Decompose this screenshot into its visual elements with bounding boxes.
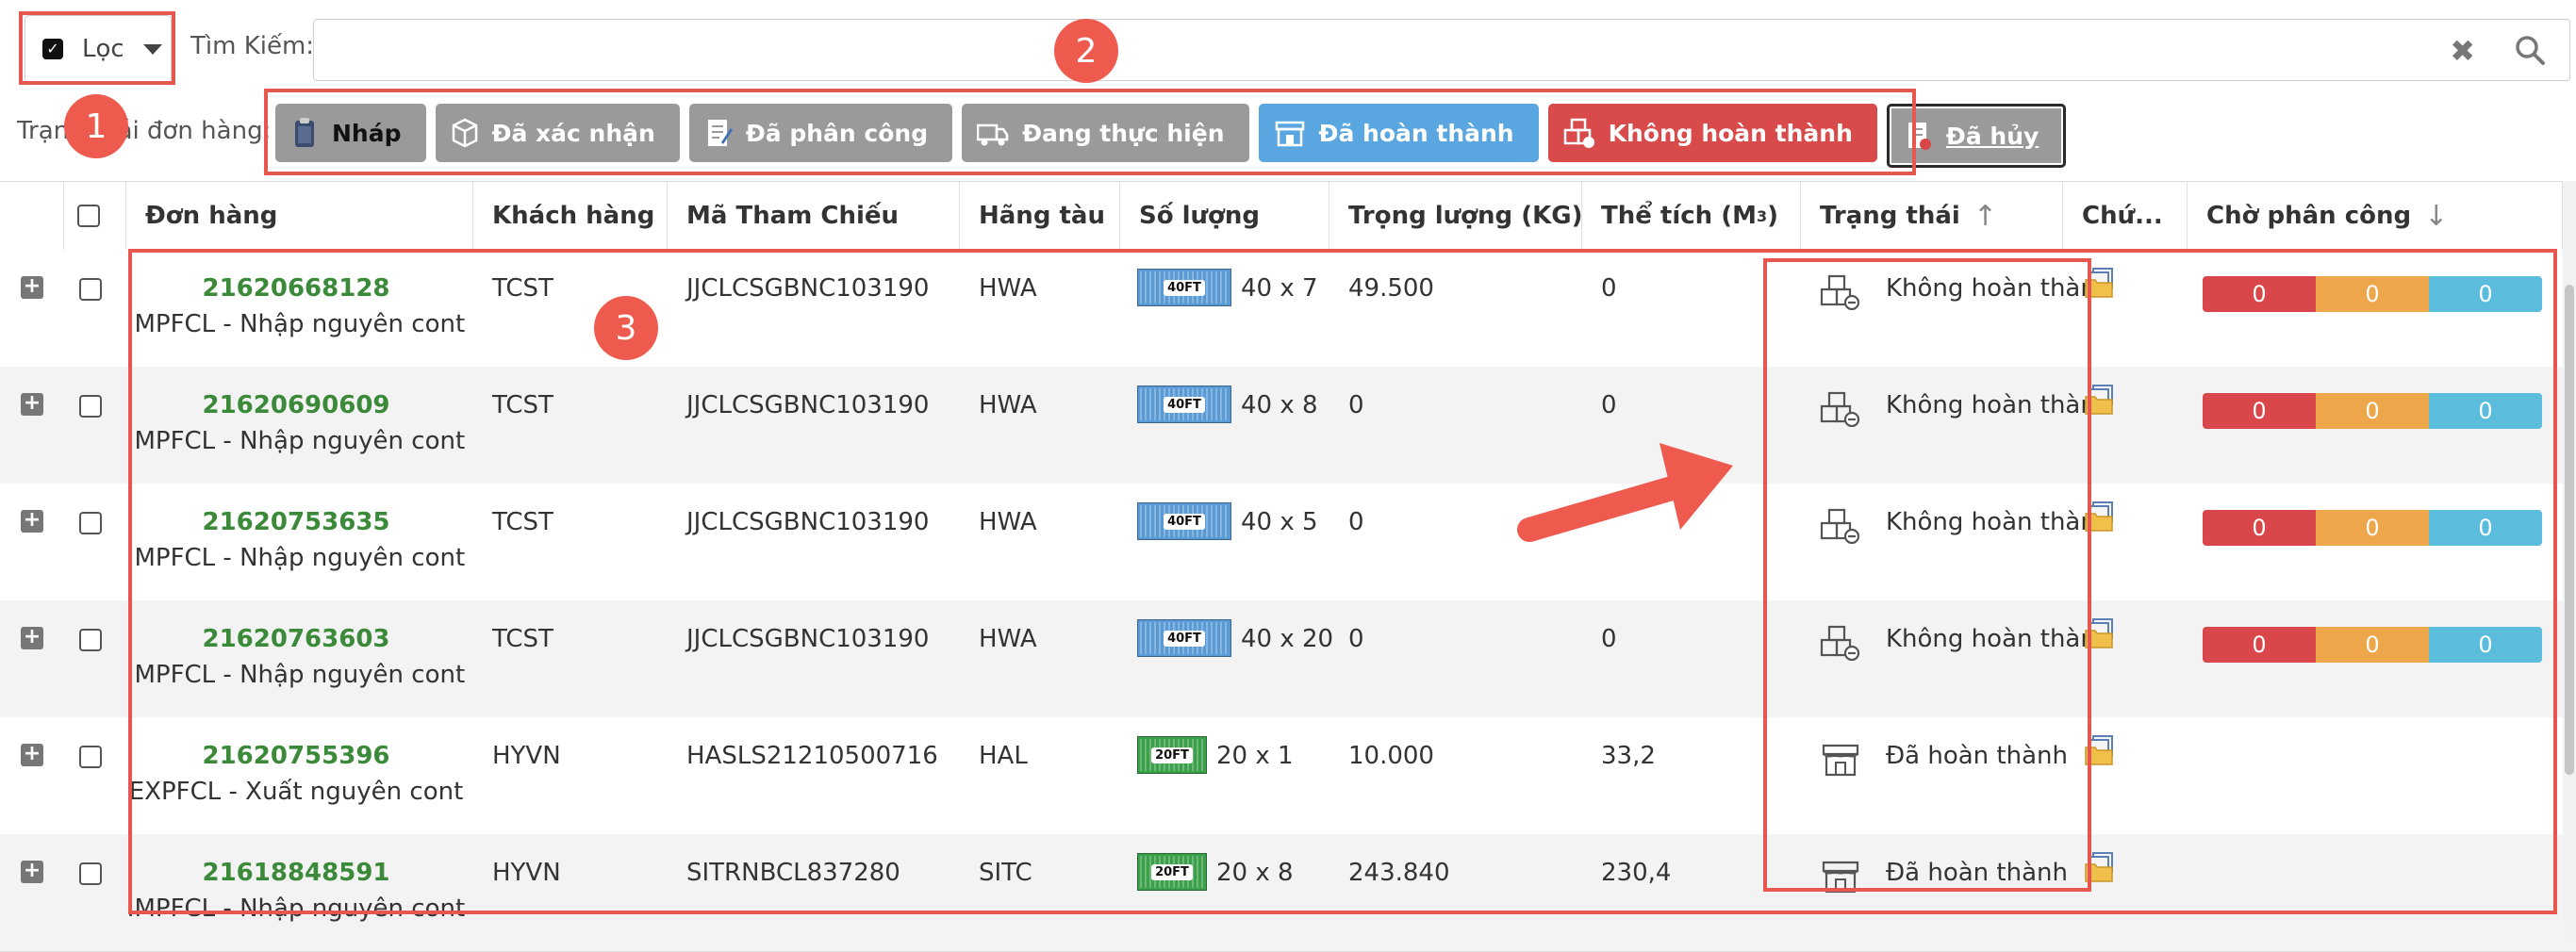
header-carrier[interactable]: Hãng tàu [960,182,1120,250]
header-docs[interactable]: Chứ... [2063,182,2188,250]
header-weight[interactable]: Trọng lượng (KG) [1329,182,1582,250]
expand-plus-icon[interactable]: + [21,627,43,649]
header-order[interactable]: Đơn hàng [126,182,473,250]
row-checkbox[interactable] [79,395,102,418]
header-quantity[interactable]: Số lượng [1120,182,1329,250]
filter-toolbar: ✓ Lọc Tìm Kiếm: ✖ [0,0,2576,102]
header-expand [0,182,64,250]
header-status[interactable]: Trạng thái ↑ [1801,182,2063,250]
search-input[interactable] [325,29,2441,71]
annotation-box-status [264,89,1916,175]
header-reference[interactable]: Mã Tham Chiếu [668,182,960,250]
select-all-checkbox[interactable] [77,205,100,227]
annotation-box-status-column [1763,258,2091,892]
header-select-all [64,182,126,250]
status-filter-label: Trạng thái đơn hàng: [17,117,272,145]
row-checkbox[interactable] [79,862,102,885]
annotation-box-filter [19,11,175,85]
clear-icon[interactable]: ✖ [2450,33,2475,69]
annotation-badge-1: 1 [64,94,128,158]
header-volume-close: ) [1767,202,1779,230]
header-volume[interactable]: Thể tích (M 3) [1582,182,1801,250]
sort-desc-icon[interactable]: ↓ [2424,200,2448,233]
table-header: Đơn hàng Khách hàng Mã Tham Chiếu Hãng t… [0,182,2576,251]
search-box: ✖ [313,19,2570,81]
expand-plus-icon[interactable]: + [21,276,43,299]
header-volume-sup: 3 [1757,206,1768,225]
expand-plus-icon[interactable]: + [21,510,43,533]
header-status-label: Trạng thái [1820,202,1960,230]
sort-asc-icon[interactable]: ↑ [1973,200,1997,233]
expand-plus-icon[interactable]: + [21,393,43,416]
header-volume-label: Thể tích (M [1601,202,1758,230]
annotation-arrow-icon [1517,443,1733,542]
annotation-box-rows [128,249,2557,914]
row-checkbox[interactable] [79,278,102,301]
scrollbar-thumb[interactable] [2565,285,2574,775]
expand-plus-icon[interactable]: + [21,861,43,883]
header-pending[interactable]: Chờ phân công ↓ [2188,182,2563,250]
header-customer[interactable]: Khách hàng [473,182,668,250]
search-label: Tìm Kiếm: [190,32,315,60]
expand-plus-icon[interactable]: + [21,744,43,766]
status-button-label: Đã hủy [1945,122,2039,150]
annotation-badge-3: 3 [594,296,658,360]
row-checkbox[interactable] [79,629,102,651]
search-icon[interactable] [2513,33,2547,67]
vertical-scrollbar[interactable] [2563,181,2576,939]
header-pending-label: Chờ phân công [2206,202,2412,230]
row-checkbox[interactable] [79,746,102,768]
row-checkbox[interactable] [79,512,102,534]
annotation-badge-2: 2 [1054,19,1118,83]
